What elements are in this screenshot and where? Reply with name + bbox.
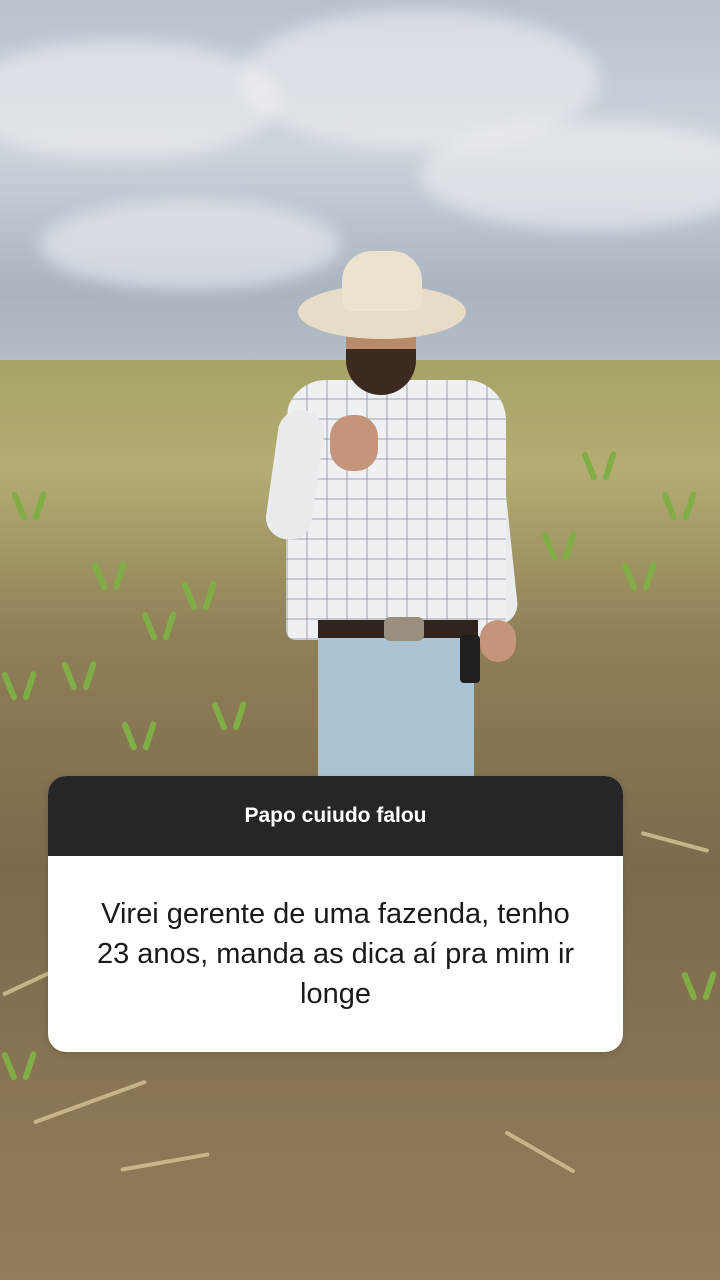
question-sticker-header: Papo cuiudo falou bbox=[48, 776, 623, 856]
story-background-photo bbox=[0, 0, 720, 1280]
man-in-cowboy-hat bbox=[263, 245, 530, 785]
walkie-talkie bbox=[460, 635, 480, 683]
cloud bbox=[420, 120, 720, 230]
jeans bbox=[318, 635, 474, 785]
belt-buckle bbox=[384, 617, 424, 641]
question-sticker-body: Virei gerente de uma fazenda, tenho 23 a… bbox=[48, 856, 623, 1052]
right-hand bbox=[480, 620, 516, 662]
cowboy-hat bbox=[342, 251, 422, 311]
pointing-hand bbox=[330, 415, 378, 471]
question-text: Virei gerente de uma fazenda, tenho 23 a… bbox=[96, 898, 575, 1010]
question-sticker-title: Papo cuiudo falou bbox=[244, 804, 427, 827]
question-sticker[interactable]: Papo cuiudo falou Virei gerente de uma f… bbox=[48, 776, 623, 1052]
cloud bbox=[0, 40, 280, 160]
